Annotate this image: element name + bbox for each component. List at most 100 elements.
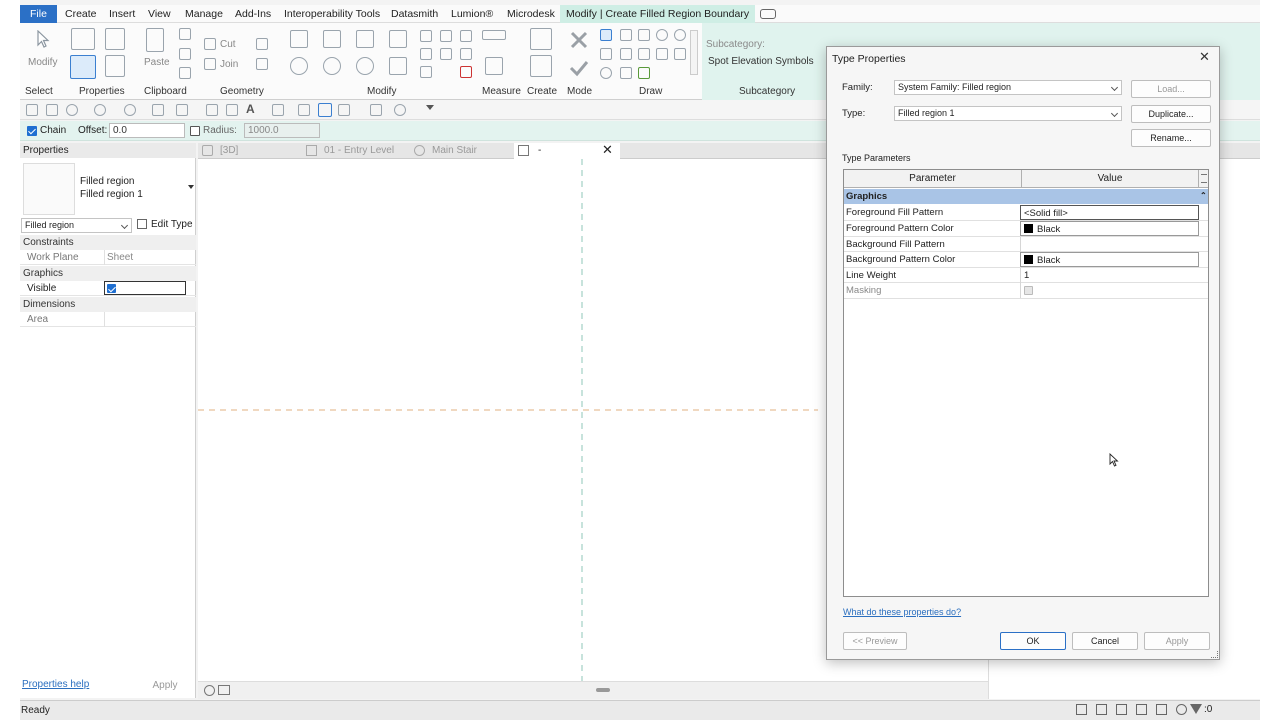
tab-3d-view[interactable]: [3D] [220, 145, 238, 156]
tab-insert[interactable]: Insert [105, 5, 139, 23]
radius-checkbox[interactable] [190, 126, 200, 136]
tag-icon[interactable] [226, 104, 238, 116]
move-icon[interactable] [290, 57, 308, 75]
col-parameter[interactable]: Parameter [844, 170, 1021, 188]
split-face-icon[interactable] [256, 58, 268, 70]
select-links-icon[interactable] [1076, 704, 1087, 715]
select-by-face-icon[interactable] [1136, 704, 1147, 715]
table-row[interactable]: Line Weight 1 [844, 267, 1208, 283]
background-process-icon[interactable] [1176, 704, 1187, 715]
draw-circle-icon[interactable] [674, 29, 686, 41]
draw-spline-icon[interactable] [674, 48, 686, 60]
modify-label[interactable]: Modify [28, 57, 57, 68]
cut-scissors-icon[interactable] [179, 28, 191, 40]
rename-button[interactable]: Rename... [1131, 129, 1211, 147]
draw-line-icon[interactable] [600, 29, 612, 41]
properties-apply-button[interactable]: Apply [135, 677, 195, 695]
col-value[interactable]: Value [1021, 170, 1199, 188]
array-icon[interactable] [420, 48, 432, 60]
measure-icon[interactable] [482, 30, 506, 40]
draw-circumscribed-polygon-icon[interactable] [656, 29, 668, 41]
tab-microdesk[interactable]: Microdesk [503, 5, 559, 23]
tab-add-ins[interactable]: Add-Ins [231, 5, 275, 23]
tab-modify-create-filled-region[interactable]: Modify | Create Filled Region Boundary [560, 5, 756, 23]
split-element-icon[interactable] [420, 30, 432, 42]
pick-lines-icon[interactable] [638, 67, 650, 79]
thin-lines-icon[interactable] [318, 103, 332, 117]
table-row[interactable]: Background Pattern Color Black [844, 252, 1208, 268]
tab-manage[interactable]: Manage [181, 5, 227, 23]
copy-element-icon[interactable] [323, 57, 341, 75]
aligned-dimension-icon[interactable] [206, 104, 218, 116]
print-icon[interactable] [152, 104, 164, 116]
wall-joins-icon[interactable] [256, 38, 268, 50]
preview-button[interactable]: << Preview [843, 632, 907, 650]
table-row[interactable]: Foreground Fill Pattern <Solid fill> [844, 205, 1208, 221]
draw-tangent-arc-icon[interactable] [638, 48, 650, 60]
trim-extend-icon[interactable] [389, 57, 407, 75]
edit-type-button[interactable]: Edit Type [151, 219, 193, 230]
properties-help-link[interactable]: Properties help [22, 679, 89, 690]
tab-datasmith[interactable]: Datasmith [387, 5, 442, 23]
instance-filter-dropdown[interactable]: Filled region [21, 218, 132, 233]
paste-icon[interactable] [146, 28, 164, 52]
mirror-draw-icon[interactable] [389, 30, 407, 48]
draw-gallery-scroll[interactable] [690, 30, 698, 75]
cancel-button[interactable]: Cancel [1072, 632, 1138, 650]
type-properties-icon-2[interactable] [105, 28, 125, 50]
collapse-group-icon[interactable]: ⌃ [1200, 188, 1207, 203]
text-icon[interactable]: A [246, 102, 255, 116]
background-fill-pattern-value[interactable] [1020, 236, 1199, 252]
resize-grip-icon[interactable] [1211, 651, 1218, 658]
dimension-icon[interactable] [485, 57, 503, 75]
tab-file[interactable]: File [20, 5, 57, 23]
visible-value-field[interactable] [104, 281, 186, 295]
undo-icon[interactable] [94, 104, 106, 116]
section-constraints[interactable]: Constraints [20, 235, 196, 250]
customize-qat-icon[interactable] [426, 105, 434, 110]
view-options-icon[interactable] [760, 9, 776, 19]
default-3d-icon[interactable] [272, 104, 284, 116]
unpin-icon[interactable] [440, 48, 452, 60]
mirror-axis-icon[interactable] [356, 30, 374, 48]
draw-inscribed-polygon-icon[interactable] [638, 29, 650, 41]
join-icon[interactable] [204, 58, 216, 70]
foreground-pattern-color-value[interactable]: Black [1020, 221, 1199, 236]
close-windows-icon[interactable] [338, 104, 350, 116]
render-icon[interactable] [218, 685, 230, 695]
horizontal-scroll-thumb[interactable] [596, 688, 610, 692]
trim-multiple-icon[interactable] [460, 48, 472, 60]
background-pattern-color-value[interactable]: Black [1020, 252, 1199, 267]
create-group-icon[interactable] [530, 28, 552, 50]
table-row[interactable]: Background Fill Pattern [844, 236, 1208, 252]
tab-view[interactable]: View [144, 5, 175, 23]
rotate-icon[interactable] [356, 57, 374, 75]
foreground-fill-pattern-value[interactable]: <Solid fill> [1020, 205, 1199, 220]
filter-icon[interactable] [1190, 704, 1202, 714]
section-dimensions[interactable]: Dimensions [20, 297, 196, 312]
panel-label-select[interactable]: Select [25, 86, 53, 97]
copy-icon[interactable] [179, 48, 191, 60]
section-graphics[interactable]: Graphics [20, 266, 196, 281]
load-button[interactable]: Load... [1131, 80, 1211, 98]
trim-single-icon[interactable] [460, 30, 472, 42]
duplicate-button[interactable]: Duplicate... [1131, 105, 1211, 123]
sort-icon[interactable] [1201, 174, 1207, 183]
visible-checkbox[interactable] [107, 284, 116, 293]
apply-button[interactable]: Apply [1144, 632, 1210, 650]
table-row[interactable]: Foreground Pattern Color Black [844, 221, 1208, 237]
finish-edit-mode-icon[interactable] [569, 58, 589, 78]
tab-entry-level[interactable]: 01 - Entry Level [324, 145, 394, 156]
radius-input[interactable]: 1000.0 [244, 123, 320, 138]
cancel-edit-mode-icon[interactable] [569, 30, 589, 50]
ok-button[interactable]: OK [1000, 632, 1066, 650]
delete-icon[interactable] [460, 66, 472, 78]
properties-help-link-dialog[interactable]: What do these properties do? [843, 607, 961, 617]
sun-path-icon[interactable] [204, 685, 215, 696]
type-properties-icon[interactable] [71, 28, 95, 50]
tab-active-sheet[interactable]: - ✕ [514, 142, 620, 159]
family-dropdown[interactable]: System Family: Filled region [894, 80, 1122, 95]
tab-interoperability-tools[interactable]: Interoperability Tools [280, 5, 384, 23]
draw-rectangle-icon[interactable] [620, 29, 632, 41]
type-dropdown[interactable]: Filled region 1 [894, 106, 1122, 121]
